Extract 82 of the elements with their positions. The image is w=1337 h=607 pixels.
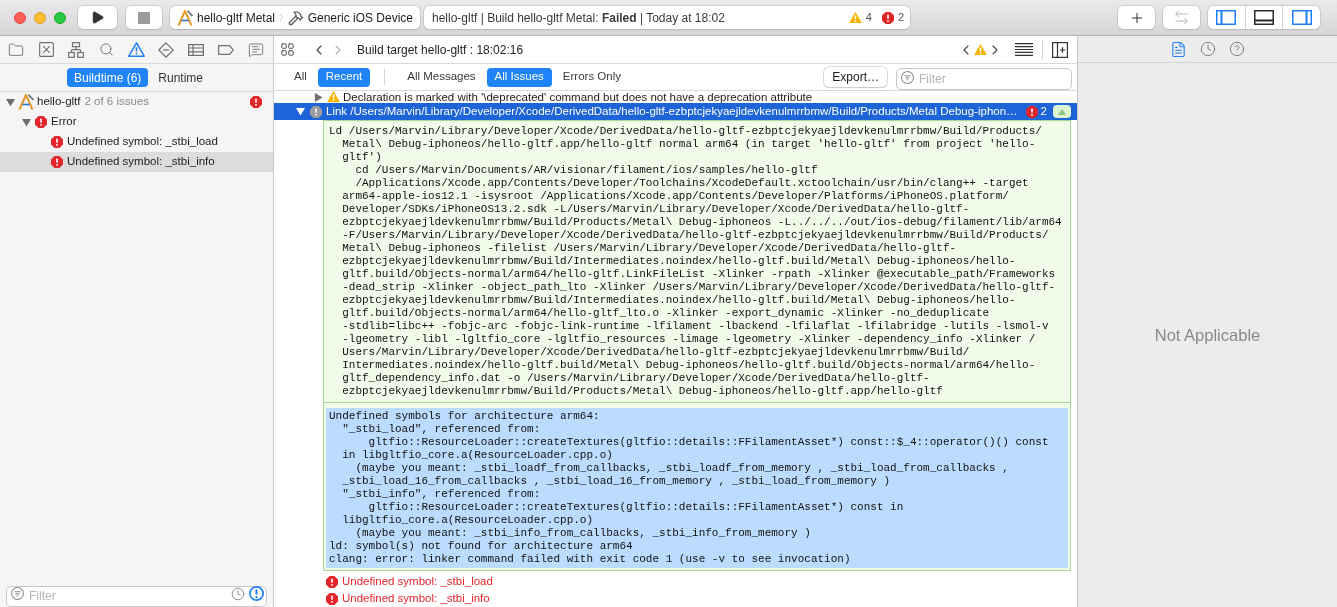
filter-tab[interactable]: All Issues bbox=[486, 67, 552, 87]
play-icon bbox=[90, 10, 105, 25]
issue-row[interactable]: Undefined symbol: _stbi_load bbox=[0, 132, 273, 152]
bottom-panel-icon bbox=[1254, 10, 1274, 25]
stop-square-icon bbox=[138, 11, 150, 24]
scheme-button[interactable]: hello-gltf Metal bbox=[177, 8, 276, 27]
clock-icon bbox=[231, 586, 245, 601]
destination-button[interactable]: Generic iOS Device bbox=[287, 8, 413, 27]
lines-button[interactable] bbox=[1015, 43, 1033, 56]
log-row[interactable]: Link /Users/Marvin/Library/Developer/Xcode/DerivedData/hello-gltf-ezbptcjekyaejldevkenulmrrbmw/Build/Products/Metal Debug-iphon… 2 bbox=[274, 103, 1077, 120]
warning-icon bbox=[974, 43, 987, 56]
warning-icon bbox=[848, 11, 862, 24]
issues-filter-button[interactable] bbox=[249, 586, 264, 601]
build-status-text: hello-gltf | Build hello-gltf Metal: Failed | Today at 18:02 bbox=[432, 9, 725, 27]
inspector-tab[interactable] bbox=[1170, 40, 1187, 58]
scope-tab[interactable]: Buildtime (6) bbox=[66, 68, 149, 87]
error-icon bbox=[51, 136, 63, 148]
folder-icon bbox=[8, 41, 24, 58]
run-button[interactable] bbox=[78, 6, 117, 29]
jump-bar-title: Build target hello-gltf : 18:02:16 bbox=[357, 41, 524, 59]
command-text: Ld /Users/Marvin/Library/Developer/Xcode/DerivedData/hello-gltf-ezbptcjekyaejldevkenulmrrbmw/Build/Products/ Metal\ Debug-iphoneos/hello-gltf.app/hello-gltf normal arm64 (in target 'hello-gltf' from project 'hello- gltf') cd /Users/Marvin/Documents/AR/visionar/filament/ios/samples/hello-gltf /Applications/Xcode.app/Contents/Developer/Toolchains/XcodeDefault.xctoolchain/usr/bin/clang++ -target arm64-apple-ios12.1 -isysroot /Applications/Xcode.app/Contents/Developer/Platforms/iPhoneOS.platform/ Developer/SDKs/iPhoneOS13.2.sdk -L/Users/Marvin/Library/Developer/Xcode/DerivedData/hello-gltf- ezbptcjekyaejldevkenulmrrbmw/Build/Products/Metal\ Debug-iphoneos -L../../../out/ios-debug/filament/lib/arm64 -F/Users/Marvin/Library/Developer/Xcode/DerivedData/hello-gltf-ezbptcjekyaejldevkenulmrrbmw/Build/Products/ Metal\ Debug-iphoneos -filelist /Users/Marvin/Library/Developer/Xcode/DerivedData/hello-gltf- ezbptcjekyaejldevkenulmrrbmw/Build/Intermediates.noindex/hello-gltf.build/Metal\ Debug-iphoneos/hello- gltf.build/Objects-normal/arm64/hello-gltf.LinkFileList -Xlinker -rpath -Xlinker @executable_path/Frameworks -dead_strip -Xlinker -object_path_lto -Xlinker /Users/Marvin/Library/Developer/Xcode/DerivedData/hello-gltf- ezbptcjekyaejldevkenulmrrbmw/Build/Intermediates.noindex/hello-gltf.build/Metal\ Debug-iphoneos/hello- gltf.build/Objects-normal/arm64/hello-gltf_lto.o -Xlinker -export_dynamic -Xlinker -no_deduplicate -stdlib=libc++ -fobjc-arc -fobjc-link-runtime -lfilament -lbackend -lfilaflat -lfilabridge -lutils -lsmol-v -lgeometry -libl -lgltfio_core -lgltfio_resources -limage -lgeometry -Xlinker -dependency_info -Xlinker / Users/Marvin/Library/Developer/Xcode/DerivedData/hello-gltf-ezbptcjekyaejldevkenulmrrbmw/Build/ Intermediates.noindex/hello-gltf.build/Metal\ Debug-iphoneos/hello-gltf.build/Objects-normal/arm64/hello- gltf_dependency_info.dat -o /Users/Marvin/Library/Developer/Xcode/DerivedData/hello-gltf- ezbptcjekyaejldevkenulmrrbmw/Build/Products/Metal\ Debug-iphoneos/hello-gltf.app/hello-gltf bbox=[324, 121, 1070, 403]
drafting-a-icon bbox=[18, 94, 34, 110]
filter-field[interactable]: Filter bbox=[896, 68, 1072, 90]
issue-row[interactable]: Undefined symbol: _stbi_info bbox=[0, 152, 273, 172]
related-items-button[interactable] bbox=[280, 42, 295, 57]
scope-tab[interactable]: Runtime bbox=[151, 68, 210, 87]
log-row[interactable]: Declaration is marked with '\deprecated' command but does not have a deprecation attribute bbox=[274, 91, 1077, 103]
empty-state-text: Not Applicable bbox=[1154, 324, 1261, 346]
diamond-minus-icon bbox=[158, 41, 174, 58]
linker-output-text: Undefined symbols for architecture arm64: "_stbi_load", referenced from: gltfio::ResourceLoader::createTextures(gltfio::details::FFilamentAsset*) const::$_4::operator()() const in libgltfio_core.a(ResourceLoader.cpp.o) (maybe you meant: _stbi_loadf_from_callbacks, _stbi_loadf_from_memory , _stbi_load_from_callbacks , _stbi_load_16_from_callbacks , _stbi_load_16_from_memory , _stbi_load_from_memory ) "_stbi_info", referenced from: gltfio::ResourceLoader::createTextures(gltfio::details::FFilamentAsset*) const in libgltfio_core.a(ResourceLoader.cpp.o) (maybe you meant: _stbi_info_from_callbacks, _stbi_info_from_memory ) ld: symbol(s) not found for architecture arm64 clang: error: linker command failed with exit code 1 (use -v to see invocation) bbox=[326, 408, 1068, 568]
lines-icon bbox=[1015, 43, 1033, 56]
error-icon bbox=[51, 156, 63, 168]
error-icon bbox=[1025, 105, 1038, 118]
triangle-up-icon bbox=[1058, 108, 1066, 115]
error-icon bbox=[326, 575, 338, 588]
add-editor-button[interactable] bbox=[1052, 41, 1068, 58]
drafting-a-icon bbox=[177, 9, 193, 26]
left-panel-icon bbox=[1216, 10, 1237, 25]
speech-bubble-icon bbox=[248, 41, 264, 58]
zoom-button[interactable] bbox=[54, 11, 66, 24]
close-button[interactable] bbox=[14, 11, 26, 24]
disclosure-triangle[interactable] bbox=[296, 107, 305, 116]
right-panel-icon bbox=[1291, 10, 1312, 25]
project-row[interactable]: hello-gltf 2 of 6 issues bbox=[0, 92, 273, 112]
error-count: 2 bbox=[897, 10, 904, 26]
inspector-tab[interactable] bbox=[1229, 41, 1245, 57]
square-cross-icon bbox=[38, 42, 54, 57]
warning-icon bbox=[127, 42, 145, 57]
filter-tab[interactable]: All bbox=[286, 67, 315, 87]
error-icon bbox=[35, 116, 47, 128]
hierarchy-icon bbox=[68, 41, 84, 58]
disclosure-triangle[interactable] bbox=[6, 97, 15, 107]
help-icon bbox=[1229, 41, 1245, 57]
search-icon bbox=[98, 42, 114, 57]
split-plus-icon bbox=[1052, 41, 1068, 58]
grid-icon bbox=[280, 42, 295, 57]
filter-tab[interactable]: All Messages bbox=[399, 67, 484, 87]
tag-icon bbox=[218, 44, 234, 55]
export-button[interactable]: Export… bbox=[824, 67, 887, 87]
filter-icon bbox=[901, 70, 914, 84]
hammer-icon bbox=[287, 9, 304, 26]
issue-row[interactable]: Undefined symbol: _stbi_load bbox=[274, 573, 1077, 590]
exclamation-circle-icon bbox=[249, 586, 264, 601]
filter-tab[interactable]: Errors Only bbox=[554, 67, 629, 87]
clock-icon bbox=[1200, 41, 1216, 57]
warning-icon bbox=[327, 91, 340, 103]
error-icon bbox=[881, 11, 894, 24]
collapse-button[interactable] bbox=[1053, 105, 1071, 118]
filter-icon bbox=[11, 587, 24, 600]
inspector-tab[interactable] bbox=[1200, 41, 1216, 57]
filter-tab[interactable]: Recent bbox=[317, 67, 371, 87]
group-row[interactable]: Error bbox=[0, 112, 273, 132]
issue-row[interactable]: Undefined symbol: _stbi_info bbox=[274, 590, 1077, 607]
table-icon bbox=[188, 43, 204, 56]
file-icon bbox=[1170, 40, 1187, 58]
add-button[interactable] bbox=[1118, 6, 1155, 29]
disclosure-triangle[interactable] bbox=[314, 92, 323, 102]
swap-arrows-icon bbox=[1173, 9, 1190, 26]
filter-field[interactable]: Filter bbox=[6, 585, 267, 607]
recent-filter-button[interactable] bbox=[231, 586, 245, 601]
warning-count: 4 bbox=[865, 10, 872, 26]
disclosure-triangle[interactable] bbox=[22, 117, 31, 127]
